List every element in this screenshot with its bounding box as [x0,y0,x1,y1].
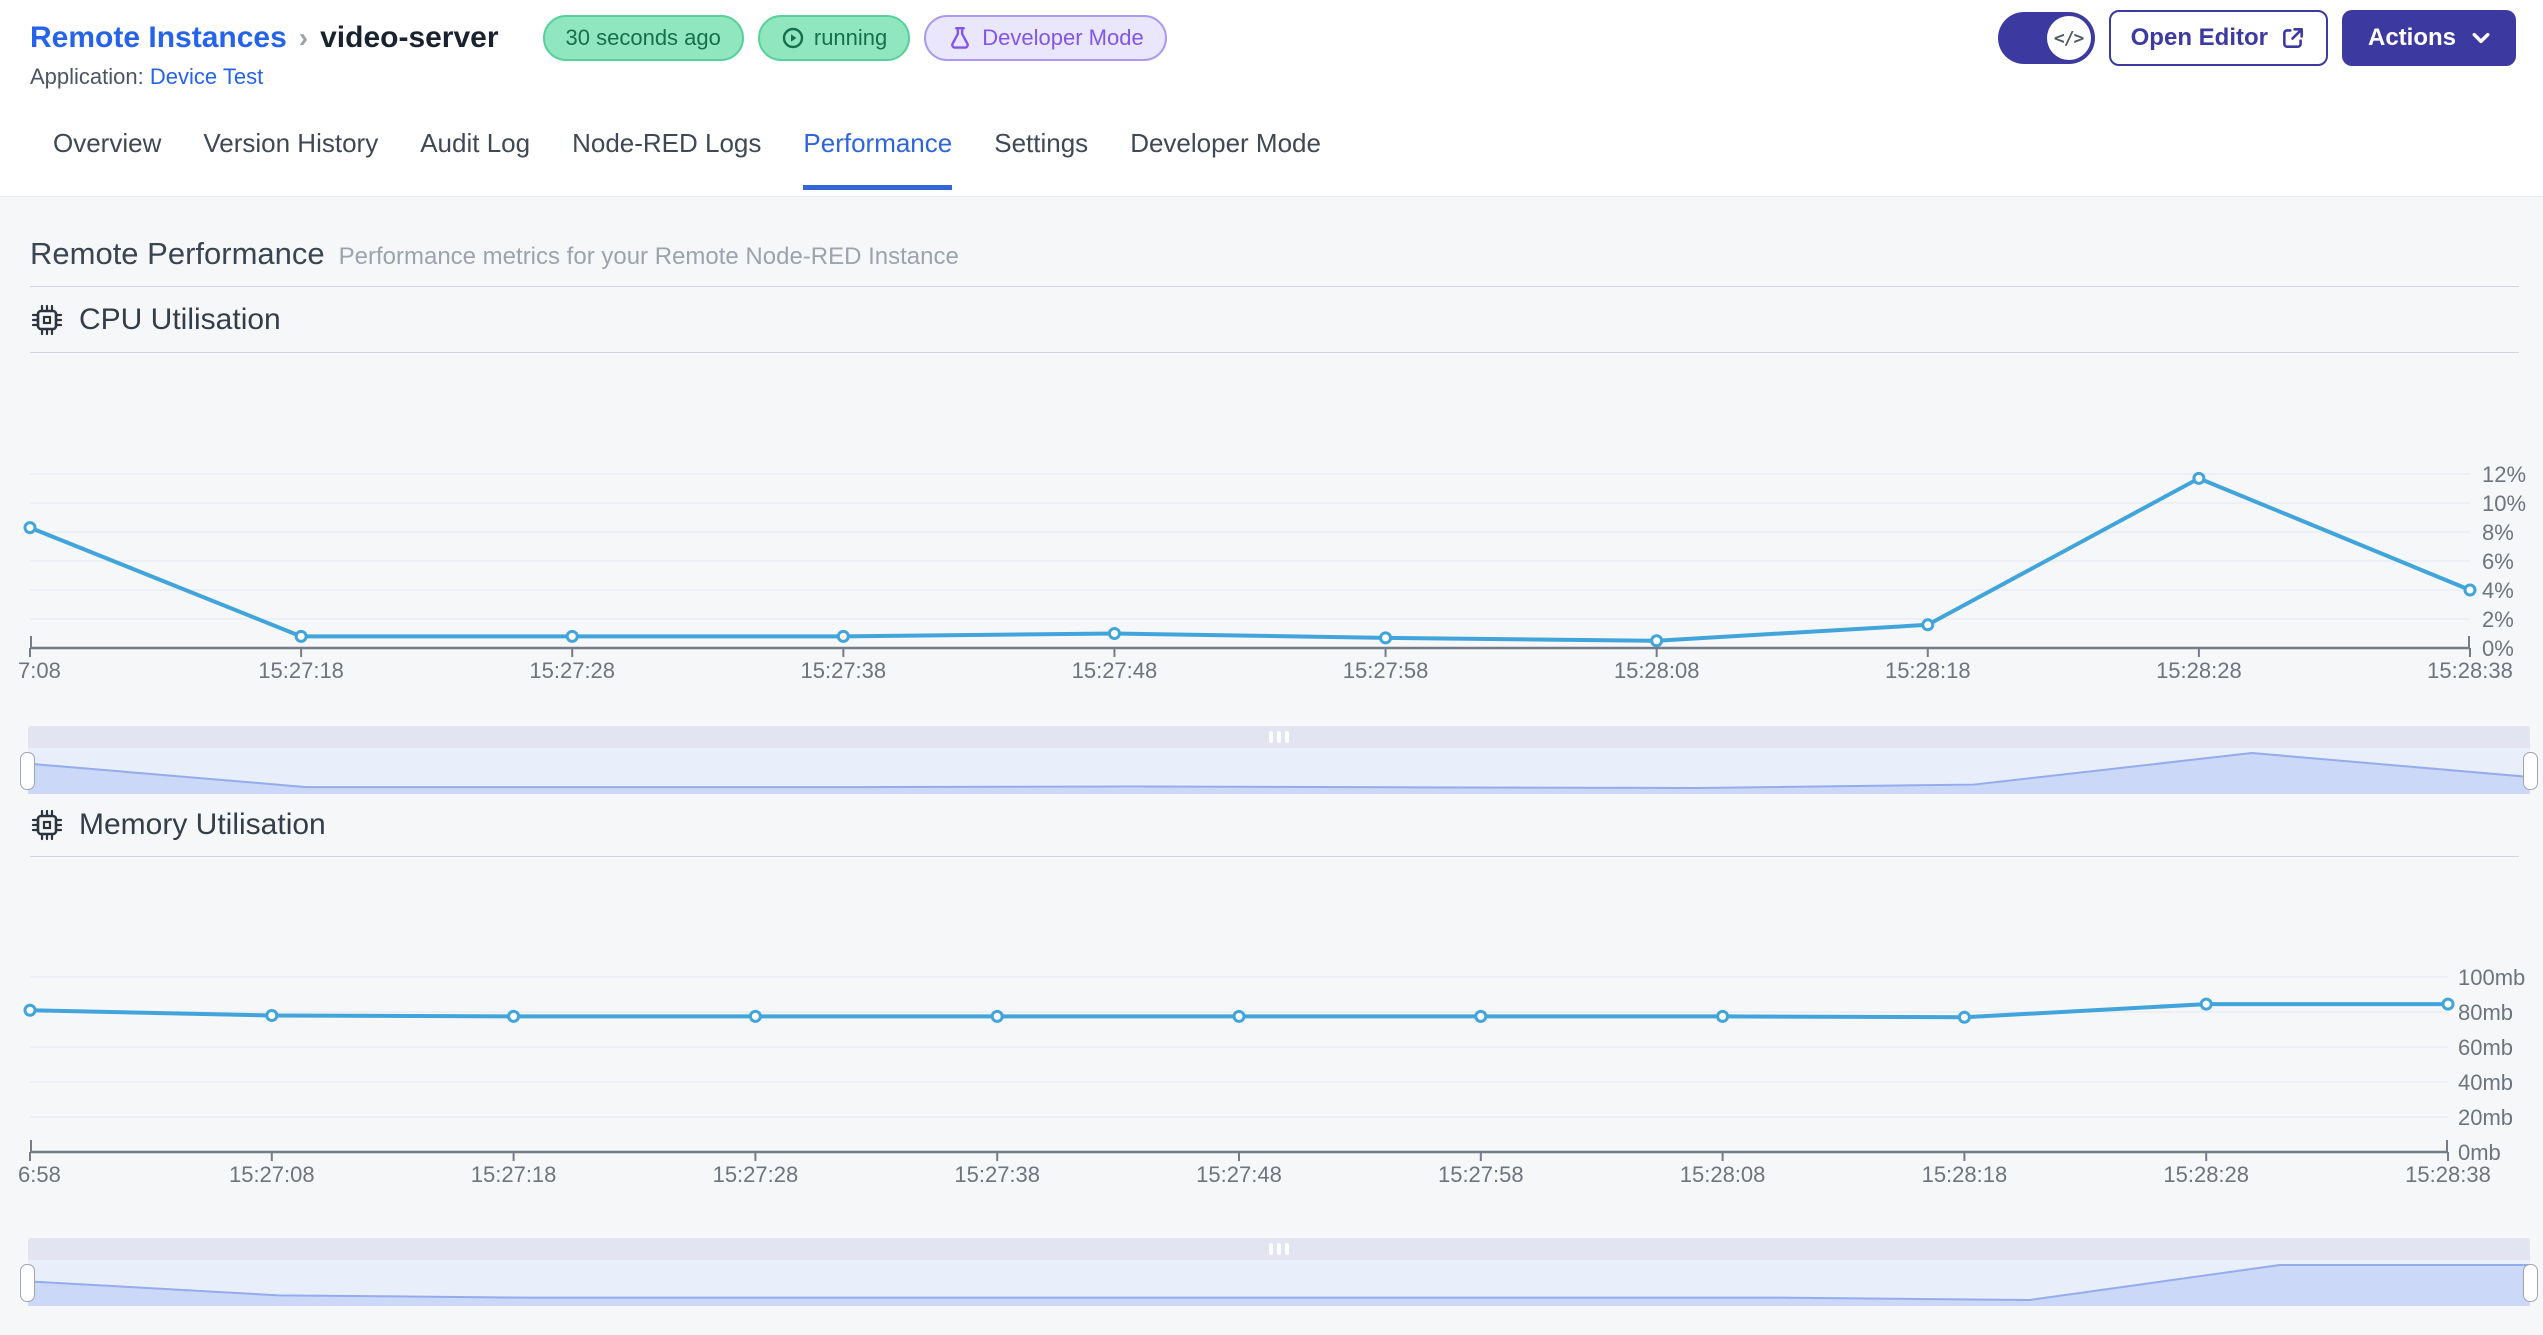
svg-text:15:28:18: 15:28:18 [1922,1162,2008,1187]
memory-utilisation-chart[interactable]: 0mb20mb40mb60mb80mb100mb6:58 15:27:08 15:2… [0,960,2543,1210]
actions-button[interactable]: Actions [2341,10,2516,66]
tab-settings[interactable]: Settings [973,128,1109,190]
status-badges: 30 seconds ago running Developer Mode [542,15,1167,61]
divider [30,856,2519,857]
cpu-brush-right-handle[interactable] [2523,752,2538,790]
svg-text:15:27:08: 15:27:08 [229,1162,315,1187]
page-title: Remote Performance Performance metrics f… [30,236,959,272]
svg-text:15:28:08: 15:28:08 [1614,658,1700,683]
actions-label: Actions [2367,24,2456,51]
brush-grip-icon [1269,1243,1289,1255]
svg-text:15:28:28: 15:28:28 [2163,1162,2249,1187]
svg-text:15:28:38: 15:28:38 [2405,1162,2491,1187]
breadcrumb: Remote Instances › video-server 30 secon… [30,12,1167,64]
external-link-icon [2283,28,2303,48]
svg-text:6%: 6% [2482,549,2514,574]
cpu-chip-icon [31,809,63,841]
svg-text:20mb: 20mb [2458,1105,2513,1130]
memory-brush-move-handle[interactable] [28,1238,2530,1260]
svg-text:15:27:28: 15:27:28 [529,658,615,683]
svg-text:15:28:08: 15:28:08 [1680,1162,1766,1187]
svg-text:15:27:58: 15:27:58 [1343,658,1429,683]
tab-developer-mode[interactable]: Developer Mode [1109,128,1342,190]
application-row: Application: Device Test [30,64,263,90]
memory-brush-left-handle[interactable] [20,1264,35,1302]
cpu-section-title: CPU Utilisation [30,303,281,337]
svg-text:15:27:18: 15:27:18 [471,1162,557,1187]
running-badge: running [757,15,911,61]
page-subtitle: Performance metrics for your Remote Node… [338,243,959,270]
flask-icon [951,27,970,49]
memory-brush-track[interactable] [28,1260,2530,1306]
developer-mode-badge: Developer Mode [924,15,1167,61]
svg-text:15:28:18: 15:28:18 [1885,658,1971,683]
play-circle-icon [782,27,804,49]
running-label: running [813,25,888,50]
divider [30,352,2519,353]
svg-text:15:27:58: 15:27:58 [1438,1162,1524,1187]
svg-text:15:28:28: 15:28:28 [2156,658,2242,683]
svg-text:15:27:48: 15:27:48 [1196,1162,1282,1187]
svg-text:4%: 4% [2482,578,2514,603]
svg-text:12%: 12% [2482,462,2526,487]
cpu-chart-zoom-slider[interactable] [20,726,2538,794]
cpu-brush-left-handle[interactable] [20,752,35,790]
svg-text:15:27:38: 15:27:38 [801,658,887,683]
divider [30,286,2519,287]
tab-bar: Overview Version History Audit Log Node-… [32,128,1342,190]
breadcrumb-separator: › [298,22,309,53]
memory-chart-zoom-slider[interactable] [20,1238,2538,1306]
svg-text:7:08: 7:08 [18,658,61,683]
last-seen-badge: 30 seconds ago [542,15,744,61]
svg-text:15:28:38: 15:28:38 [2427,658,2513,683]
tab-audit-log[interactable]: Audit Log [399,128,551,190]
svg-text:15:27:48: 15:27:48 [1072,658,1158,683]
svg-text:80mb: 80mb [2458,1000,2513,1025]
svg-text:10%: 10% [2482,491,2526,516]
instance-name: video-server [320,21,499,54]
svg-text:60mb: 60mb [2458,1035,2513,1060]
svg-text:15:27:38: 15:27:38 [954,1162,1040,1187]
tab-version-history[interactable]: Version History [182,128,399,190]
application-label: Application: [30,64,144,89]
memory-brush-minimap [28,1264,2530,1306]
cpu-brush-move-handle[interactable] [28,726,2530,748]
svg-text:8%: 8% [2482,520,2514,545]
header-controls: </> Open Editor Actions [1997,10,2516,66]
developer-mode-label: Developer Mode [982,25,1144,50]
page-title-text: Remote Performance [30,236,325,271]
cpu-chip-icon [31,304,63,336]
cpu-brush-track[interactable] [28,748,2530,794]
memory-brush-right-handle[interactable] [2523,1264,2538,1302]
tab-performance[interactable]: Performance [782,128,973,190]
open-editor-button[interactable]: Open Editor [2108,10,2328,66]
svg-text:15:27:28: 15:27:28 [713,1162,799,1187]
memory-section-label: Memory Utilisation [79,808,326,841]
brush-grip-icon [1269,731,1289,743]
tab-node-red-logs[interactable]: Node-RED Logs [551,128,782,190]
memory-section-title: Memory Utilisation [30,808,326,842]
open-editor-label: Open Editor [2130,24,2268,51]
cpu-utilisation-chart[interactable]: 0%2%4%6%8%10%12%7:08 15:27:18 15:27:28 15:2… [0,440,2543,690]
svg-text:100mb: 100mb [2458,965,2525,990]
editor-toggle[interactable]: </> [1997,12,2095,64]
svg-text:40mb: 40mb [2458,1070,2513,1095]
breadcrumb-parent-link[interactable]: Remote Instances [30,21,287,55]
svg-text:6:58: 6:58 [18,1162,61,1187]
svg-text:15:27:18: 15:27:18 [258,658,344,683]
code-icon: </> [2046,16,2091,60]
last-seen-label: 30 seconds ago [565,25,721,50]
cpu-brush-minimap [28,751,2530,794]
chevron-down-icon [2472,32,2490,44]
svg-text:2%: 2% [2482,607,2514,632]
cpu-section-label: CPU Utilisation [79,303,281,336]
tab-overview[interactable]: Overview [32,128,182,190]
application-link[interactable]: Device Test [150,64,263,89]
